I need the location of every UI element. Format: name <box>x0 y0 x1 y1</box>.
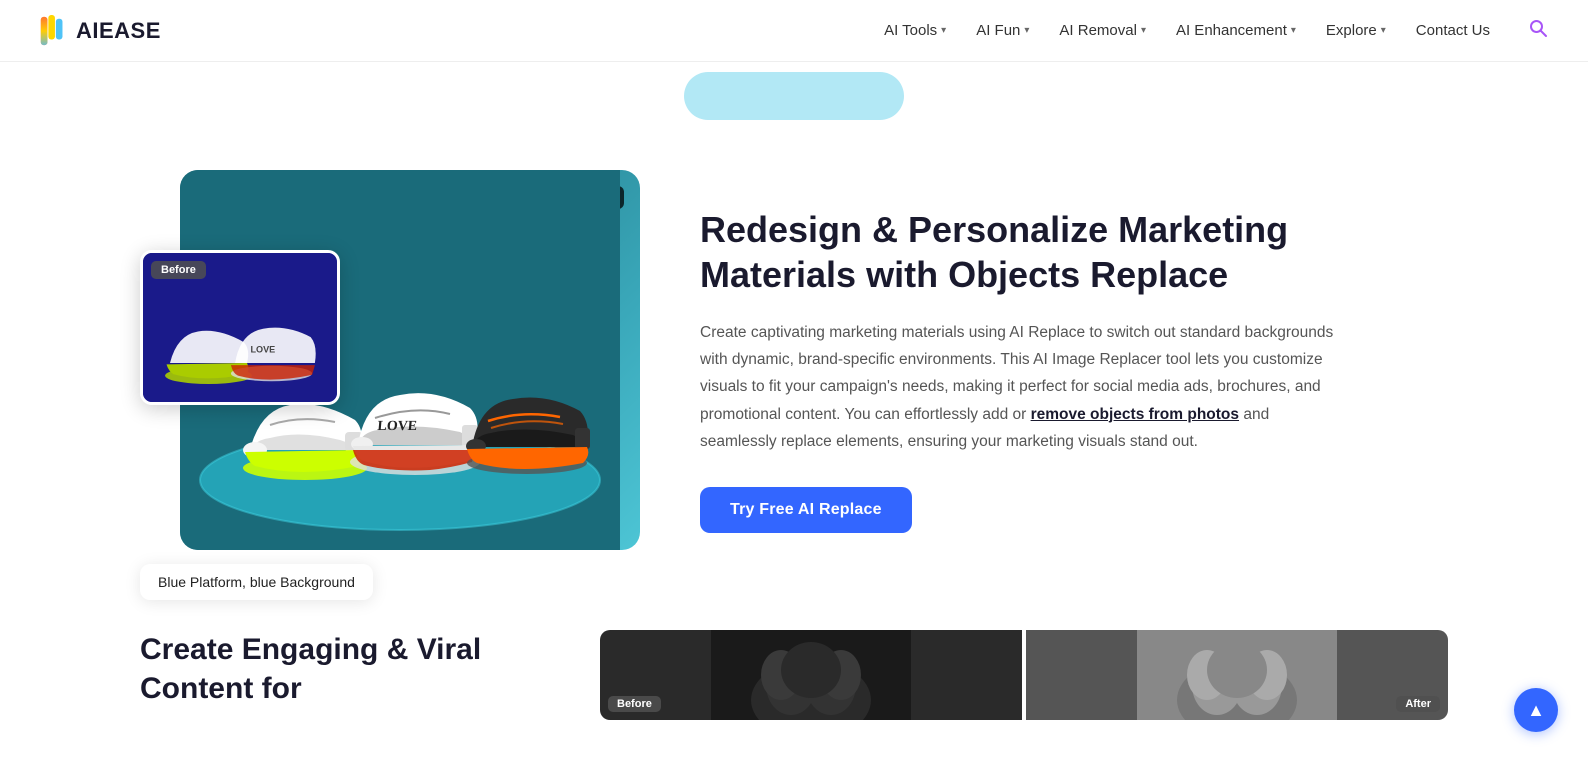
logo-icon <box>40 15 68 47</box>
nav-contact[interactable]: Contact Us <box>1416 22 1490 39</box>
bottom-title: Create Engaging & Viral Content for <box>140 630 540 708</box>
top-bar-partial <box>0 62 1588 140</box>
logo[interactable]: AIEASE <box>40 15 161 47</box>
bottom-comparison-images: Before After <box>600 630 1448 720</box>
before-image: Before <box>140 250 340 405</box>
remove-objects-link[interactable]: remove objects from photos <box>1031 406 1239 423</box>
nav-ai-enhancement[interactable]: AI Enhancement ▾ <box>1176 22 1296 39</box>
top-blue-pill <box>684 72 904 120</box>
bottom-before-badge: Before <box>608 696 661 712</box>
nav-ai-tools[interactable]: AI Tools ▾ <box>884 22 946 39</box>
image-comparison: After <box>140 170 640 570</box>
svg-text:LOVE: LOVE <box>377 419 418 434</box>
scroll-to-top-button[interactable]: ▲ <box>1514 688 1558 732</box>
chevron-down-icon: ▾ <box>1381 25 1386 36</box>
caption-box: Blue Platform, blue Background <box>140 564 373 600</box>
bottom-after-image: After <box>1026 630 1448 720</box>
right-content: Redesign & Personalize Marketing Materia… <box>700 207 1340 533</box>
try-free-ai-replace-button[interactable]: Try Free AI Replace <box>700 487 912 533</box>
header: AIEASE AI Tools ▾ AI Fun ▾ AI Removal ▾ … <box>0 0 1588 62</box>
search-icon[interactable] <box>1528 18 1548 43</box>
chevron-down-icon: ▾ <box>941 25 946 36</box>
main-nav: AI Tools ▾ AI Fun ▾ AI Removal ▾ AI Enha… <box>884 18 1548 43</box>
section-title: Redesign & Personalize Marketing Materia… <box>700 207 1340 297</box>
nav-ai-fun[interactable]: AI Fun ▾ <box>976 22 1029 39</box>
section-description: Create captivating marketing materials u… <box>700 319 1340 455</box>
before-badge: Before <box>151 261 206 279</box>
bottom-after-badge: After <box>1396 696 1440 712</box>
logo-text: AIEASE <box>76 18 161 44</box>
nav-ai-removal[interactable]: AI Removal ▾ <box>1059 22 1146 39</box>
chevron-down-icon: ▾ <box>1141 25 1146 36</box>
main-section: After <box>0 140 1588 610</box>
svg-text:LOVE: LOVE <box>251 345 276 355</box>
nav-explore[interactable]: Explore ▾ <box>1326 22 1386 39</box>
chevron-down-icon: ▾ <box>1024 25 1029 36</box>
chevron-down-icon: ▾ <box>1291 25 1296 36</box>
bottom-section: Create Engaging & Viral Content for Befo… <box>0 610 1588 720</box>
bottom-before-image: Before <box>600 630 1022 720</box>
